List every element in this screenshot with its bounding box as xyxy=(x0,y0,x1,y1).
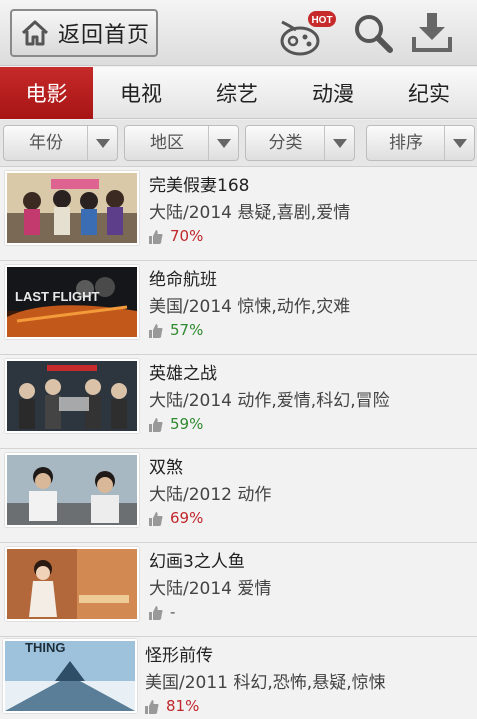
rating-percent: - xyxy=(170,603,176,621)
poster-thumbnail xyxy=(5,453,139,527)
poster-thumbnail xyxy=(5,359,139,433)
tab-variety[interactable]: 综艺 xyxy=(189,67,285,119)
movie-title: 幻画3之人鱼 xyxy=(149,552,245,572)
list-item[interactable]: 幻画3之人鱼 大陆/2014 爱情 - xyxy=(0,543,477,637)
thumbs-up-icon xyxy=(149,417,163,432)
search-icon[interactable] xyxy=(352,12,394,54)
back-home-label: 返回首页 xyxy=(58,23,151,48)
rating-percent: 70% xyxy=(170,227,204,245)
list-item[interactable]: 双煞 大陆/2012 动作 69% xyxy=(0,449,477,543)
movie-title: 绝命航班 xyxy=(149,270,217,290)
list-item[interactable]: 英雄之战 大陆/2014 动作,爱情,科幻,冒险 59% xyxy=(0,355,477,449)
tab-movie[interactable]: 电影 xyxy=(0,67,93,119)
chevron-down-icon xyxy=(324,126,354,160)
movie-meta: 大陆/2014 动作,爱情,科幻,冒险 xyxy=(149,391,390,411)
movie-meta: 大陆/2012 动作 xyxy=(149,485,272,505)
movie-rating: 57% xyxy=(149,321,203,339)
movie-rating: - xyxy=(149,603,175,621)
tab-tv[interactable]: 电视 xyxy=(93,67,189,119)
movie-meta: 大陆/2014 悬疑,喜剧,爱情 xyxy=(149,203,351,223)
poster-thumbnail: LAST FLIGHT xyxy=(5,265,139,339)
rating-percent: 81% xyxy=(166,697,200,715)
home-icon xyxy=(20,18,50,48)
chevron-down-icon xyxy=(208,126,238,160)
list-item[interactable]: 完美假妻168 大陆/2014 悬疑,喜剧,爱情 70% xyxy=(0,167,477,261)
poster-title-text: LAST FLIGHT xyxy=(15,289,100,304)
movie-rating: 59% xyxy=(149,415,203,433)
download-icon[interactable] xyxy=(410,10,454,54)
movie-title: 英雄之战 xyxy=(149,364,217,384)
movie-list: 完美假妻168 大陆/2014 悬疑,喜剧,爱情 70% LAST FLIGHT… xyxy=(0,167,477,719)
movie-meta: 大陆/2014 爱情 xyxy=(149,579,272,599)
filter-category-dropdown[interactable]: 分类 xyxy=(245,125,355,161)
poster-thumbnail xyxy=(5,547,139,621)
filter-region-dropdown[interactable]: 地区 xyxy=(124,125,239,161)
movie-title: 怪形前传 xyxy=(145,646,213,666)
chevron-down-icon xyxy=(444,126,474,160)
movie-meta: 美国/2014 惊悚,动作,灾难 xyxy=(149,297,351,317)
top-bar: 返回首页 HOT xyxy=(0,0,477,66)
chevron-down-icon xyxy=(87,126,117,160)
thumbs-up-icon xyxy=(149,605,163,620)
filter-sort-dropdown[interactable]: 排序 xyxy=(366,125,475,161)
movie-meta: 美国/2011 科幻,恐怖,悬疑,惊悚 xyxy=(145,673,386,693)
filter-year-dropdown[interactable]: 年份 xyxy=(3,125,118,161)
filter-bar: 年份 地区 分类 排序 xyxy=(0,120,477,167)
hot-games-icon[interactable]: HOT xyxy=(276,8,338,58)
rating-percent: 59% xyxy=(170,415,204,433)
movie-title: 双煞 xyxy=(149,458,183,478)
movie-title: 完美假妻168 xyxy=(149,176,250,196)
filter-region-label: 地区 xyxy=(150,133,184,153)
thumbs-up-icon xyxy=(145,699,159,714)
list-item[interactable]: THING 怪形前传 美国/2011 科幻,恐怖,悬疑,惊悚 81% xyxy=(0,637,477,719)
category-tabs: 电影 电视 综艺 动漫 纪实 xyxy=(0,67,477,119)
rating-percent: 69% xyxy=(170,509,204,527)
poster-title-text: THING xyxy=(25,641,65,655)
poster-thumbnail: THING xyxy=(3,639,137,713)
hot-badge: HOT xyxy=(311,15,332,26)
movie-rating: 70% xyxy=(149,227,203,245)
filter-year-label: 年份 xyxy=(29,133,63,153)
filter-sort-label: 排序 xyxy=(389,133,423,153)
tab-anime[interactable]: 动漫 xyxy=(285,67,381,119)
filter-category-label: 分类 xyxy=(268,133,303,153)
back-home-button[interactable]: 返回首页 xyxy=(10,9,158,57)
poster-thumbnail xyxy=(5,171,139,245)
list-item[interactable]: LAST FLIGHT 绝命航班 美国/2014 惊悚,动作,灾难 57% xyxy=(0,261,477,355)
thumbs-up-icon xyxy=(149,511,163,526)
thumbs-up-icon xyxy=(149,323,163,338)
tab-documentary[interactable]: 纪实 xyxy=(381,67,477,119)
movie-rating: 69% xyxy=(149,509,203,527)
movie-rating: 81% xyxy=(145,697,199,715)
thumbs-up-icon xyxy=(149,229,163,244)
rating-percent: 57% xyxy=(170,321,204,339)
